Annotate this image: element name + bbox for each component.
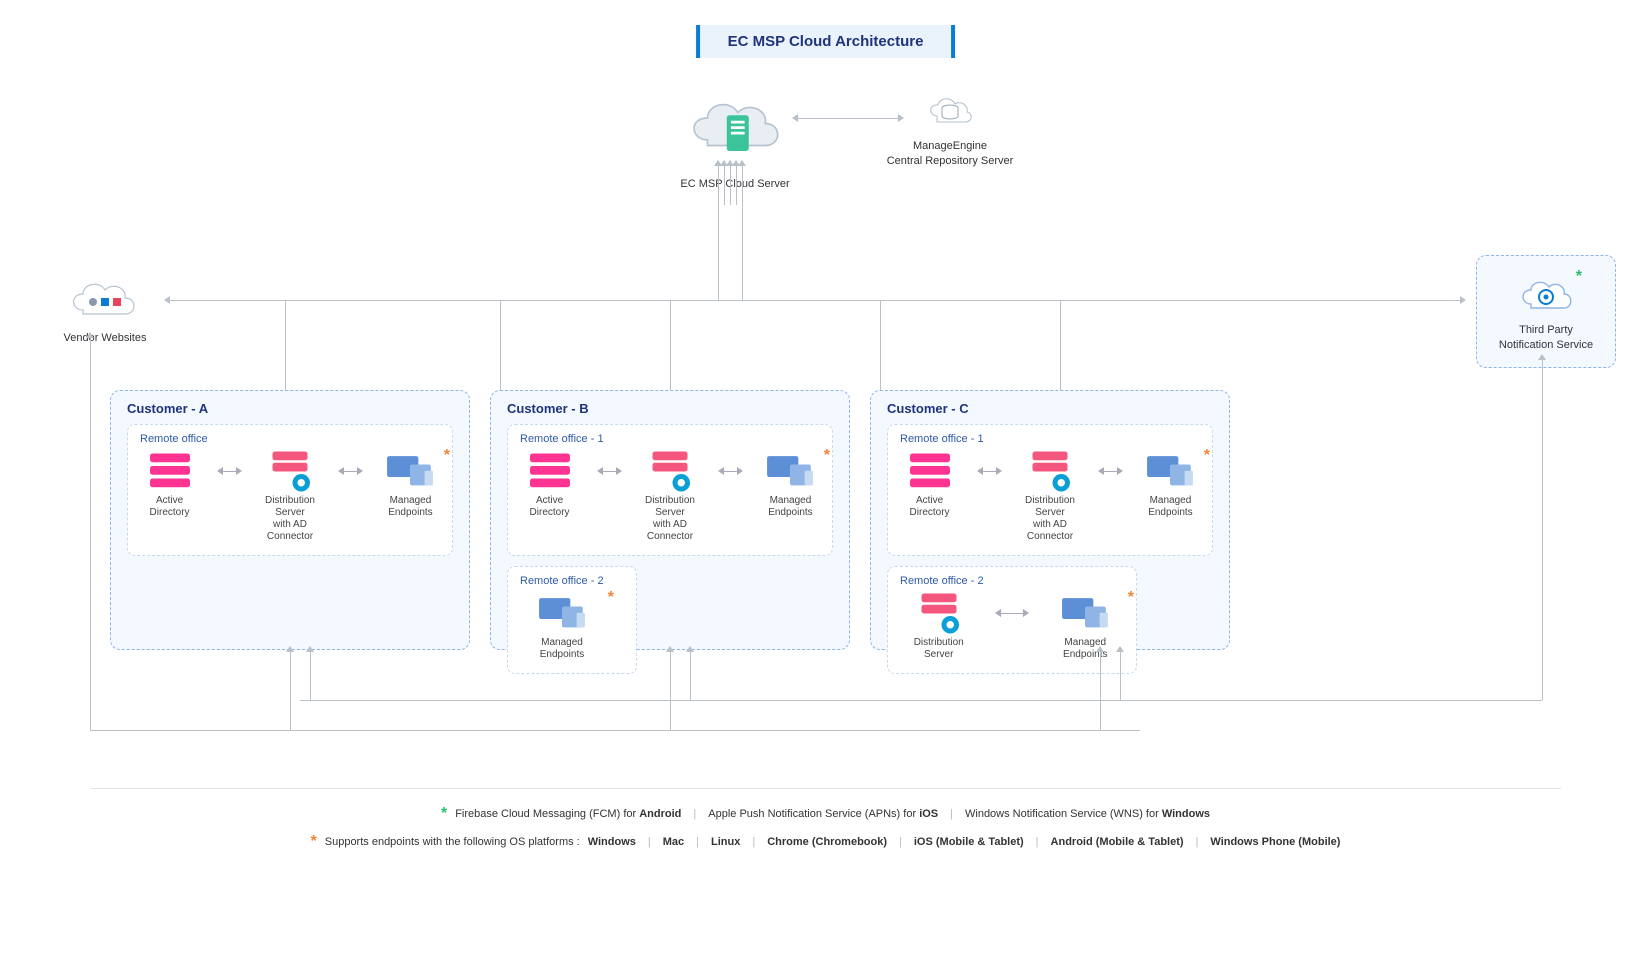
remote-office-box: Remote office - 2 * Managed Endpoints bbox=[507, 566, 637, 674]
office-title: Remote office - 1 bbox=[900, 433, 1200, 445]
legend-line-os: * Supports endpoints with the following … bbox=[90, 833, 1561, 851]
node-label: Third PartyNotification Service bbox=[1487, 323, 1605, 353]
managed-endpoints-item: * Managed Endpoints bbox=[761, 451, 820, 519]
office-title: Remote office bbox=[140, 433, 440, 445]
managed-endpoints-item: * Managed Endpoints bbox=[381, 451, 440, 519]
legend-line-notifications: * Firebase Cloud Messaging (FCM) for And… bbox=[90, 805, 1561, 823]
asterisk-green-icon: * bbox=[1576, 268, 1582, 286]
server-stack-icon bbox=[145, 451, 195, 491]
devices-icon bbox=[1145, 451, 1195, 491]
server-stack-icon bbox=[905, 451, 955, 491]
managed-endpoints-item: * Managed Endpoints bbox=[1047, 593, 1124, 661]
node-repo-server: ManageEngineCentral Repository Server bbox=[870, 90, 1030, 169]
devices-icon bbox=[537, 593, 587, 633]
database-cloud-icon bbox=[870, 90, 1030, 135]
server-connector-icon bbox=[914, 593, 964, 633]
customer-title: Customer - B bbox=[507, 401, 833, 416]
server-stack-icon bbox=[525, 451, 575, 491]
remote-office-box: Remote office - 1 Active Directory Distr… bbox=[507, 424, 833, 556]
remote-office-box: Remote office Active Directory Distribut… bbox=[127, 424, 453, 556]
managed-endpoints-item: * Managed Endpoints bbox=[520, 593, 604, 661]
devices-icon bbox=[385, 451, 435, 491]
cloud-gear-icon: * bbox=[1516, 270, 1576, 319]
office-title: Remote office - 2 bbox=[520, 575, 624, 587]
customer-title: Customer - A bbox=[127, 401, 453, 416]
footer-divider bbox=[90, 788, 1561, 789]
office-title: Remote office - 2 bbox=[900, 575, 1124, 587]
office-title: Remote office - 1 bbox=[520, 433, 820, 445]
distribution-server-item: Distribution Serverwith AD Connector bbox=[260, 451, 319, 543]
customer-b-box: Customer - B Remote office - 1 Active Di… bbox=[490, 390, 850, 650]
customer-title: Customer - C bbox=[887, 401, 1213, 416]
server-connector-icon bbox=[1025, 451, 1075, 491]
asterisk-orange-icon: * bbox=[444, 447, 450, 465]
node-label: Vendor Websites bbox=[45, 331, 165, 346]
distribution-server-item: Distribution Serverwith AD Connector bbox=[640, 451, 699, 543]
remote-office-box: Remote office - 1 Active Directory Distr… bbox=[887, 424, 1213, 556]
cloud-vendor-icon bbox=[45, 272, 165, 327]
active-directory-item: Active Directory bbox=[900, 451, 959, 519]
diagram-title: EC MSP Cloud Architecture bbox=[696, 25, 956, 58]
server-connector-icon bbox=[645, 451, 695, 491]
node-cloud-server: EC MSP Cloud Server bbox=[680, 85, 790, 191]
asterisk-green-icon: * bbox=[441, 805, 447, 823]
asterisk-orange-icon: * bbox=[311, 833, 317, 851]
distribution-server-item: Distribution Serverwith AD Connector bbox=[1020, 451, 1079, 543]
customer-a-box: Customer - A Remote office Active Direct… bbox=[110, 390, 470, 650]
node-label: ManageEngineCentral Repository Server bbox=[870, 139, 1030, 169]
asterisk-orange-icon: * bbox=[824, 447, 830, 465]
active-directory-item: Active Directory bbox=[520, 451, 579, 519]
node-label: EC MSP Cloud Server bbox=[680, 177, 790, 192]
asterisk-orange-icon: * bbox=[1204, 447, 1210, 465]
legend-footer: * Firebase Cloud Messaging (FCM) for And… bbox=[90, 805, 1561, 861]
node-vendor-websites: Vendor Websites bbox=[45, 272, 165, 346]
devices-icon bbox=[765, 451, 815, 491]
managed-endpoints-item: * Managed Endpoints bbox=[1141, 451, 1200, 519]
active-directory-item: Active Directory bbox=[140, 451, 199, 519]
distribution-server-item: Distribution Server bbox=[900, 593, 977, 661]
asterisk-orange-icon: * bbox=[1128, 589, 1134, 607]
server-connector-icon bbox=[265, 451, 315, 491]
asterisk-orange-icon: * bbox=[608, 589, 614, 607]
devices-icon bbox=[1060, 593, 1110, 633]
customer-c-box: Customer - C Remote office - 1 Active Di… bbox=[870, 390, 1230, 650]
architecture-diagram: EC MSP Cloud Architecture EC MSP Cloud S… bbox=[0, 0, 1651, 977]
node-third-party: * Third PartyNotification Service bbox=[1476, 255, 1616, 368]
